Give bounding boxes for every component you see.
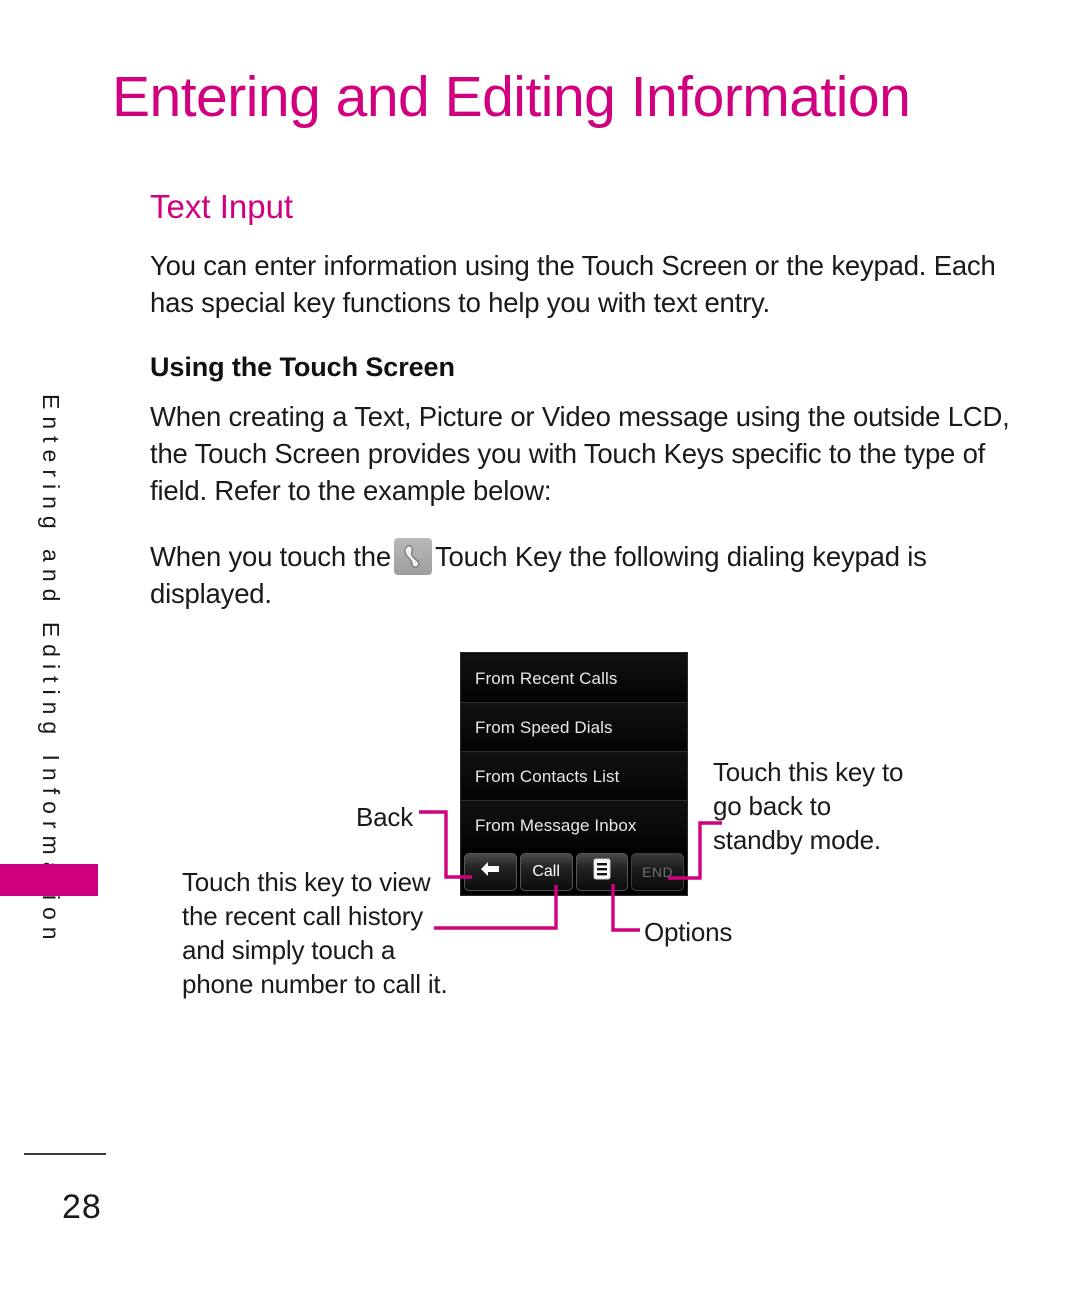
subheading-using-touch-screen: Using the Touch Screen xyxy=(150,352,455,382)
intro-paragraph: You can enter information using the Touc… xyxy=(150,250,996,318)
touch-screen-paragraph: When creating a Text, Picture or Video m… xyxy=(150,401,1010,506)
phone-lcd-screen: From Recent Calls From Speed Dials From … xyxy=(460,652,688,896)
section-heading-text-input: Text Input xyxy=(150,188,294,225)
call-key[interactable]: Call xyxy=(519,852,573,891)
when-paragraph-lead: When you touch the xyxy=(150,541,391,572)
callout-back: Back xyxy=(356,802,414,832)
footer-divider xyxy=(24,1153,106,1155)
list-item[interactable]: From Message Inbox xyxy=(461,801,687,850)
lcd-menu-list: From Recent Calls From Speed Dials From … xyxy=(461,653,687,850)
options-key[interactable] xyxy=(575,852,629,891)
phone-handset-icon xyxy=(394,538,432,575)
list-item[interactable]: From Contacts List xyxy=(461,752,687,801)
list-item[interactable]: From Speed Dials xyxy=(461,703,687,752)
callout-options: Options xyxy=(644,917,733,947)
back-arrow-icon xyxy=(478,859,502,884)
end-key[interactable]: END xyxy=(631,852,684,891)
list-item[interactable]: From Recent Calls xyxy=(461,654,687,703)
back-key[interactable] xyxy=(464,852,517,891)
callout-call-history: Touch this key to view the recent call h… xyxy=(182,867,448,999)
options-list-icon xyxy=(593,858,611,885)
when-you-touch-paragraph: When you touch the Touch Key the followi… xyxy=(150,538,1020,612)
lcd-touch-key-bar: Call END xyxy=(461,848,687,895)
page-number: 28 xyxy=(62,1188,102,1226)
page-title: Entering and Editing Information xyxy=(112,65,911,129)
sidebar-chapter-label: Entering and Editing Information xyxy=(38,394,64,947)
callout-standby-mode: Touch this key to go back to standby mod… xyxy=(713,757,904,855)
sidebar-chapter-tab xyxy=(0,864,98,896)
